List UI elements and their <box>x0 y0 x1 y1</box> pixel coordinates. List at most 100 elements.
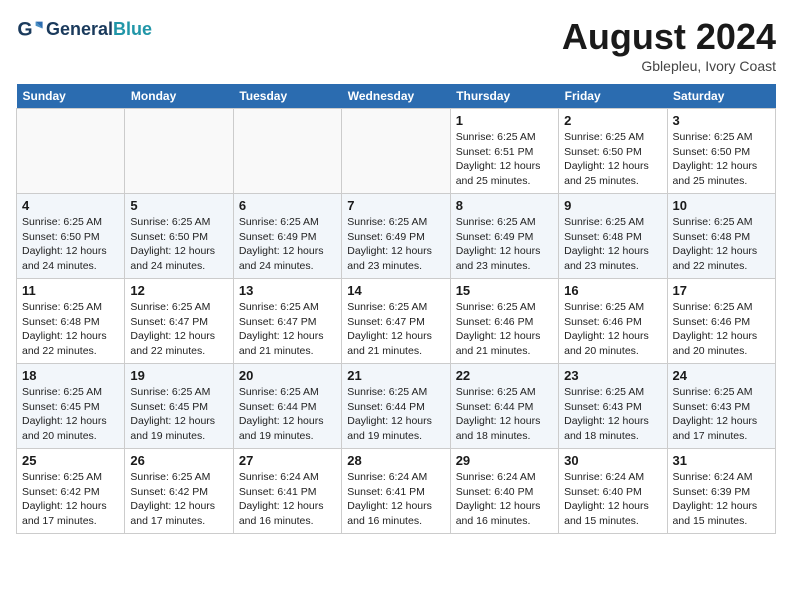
weekday-header-wednesday: Wednesday <box>342 84 450 109</box>
month-title: August 2024 <box>562 16 776 58</box>
day-info: Sunrise: 6:24 AMSunset: 6:40 PMDaylight:… <box>456 470 553 529</box>
week-row-1: 1 Sunrise: 6:25 AMSunset: 6:51 PMDaylight… <box>17 109 776 194</box>
day-cell: 26 Sunrise: 6:25 AMSunset: 6:42 PMDayligh… <box>125 449 233 534</box>
day-number: 25 <box>22 453 119 468</box>
day-cell <box>125 109 233 194</box>
day-cell: 11 Sunrise: 6:25 AMSunset: 6:48 PMDayligh… <box>17 279 125 364</box>
day-info: Sunrise: 6:25 AMSunset: 6:43 PMDaylight:… <box>564 385 661 444</box>
day-info: Sunrise: 6:25 AMSunset: 6:46 PMDaylight:… <box>673 300 770 359</box>
day-number: 30 <box>564 453 661 468</box>
day-number: 19 <box>130 368 227 383</box>
week-row-2: 4 Sunrise: 6:25 AMSunset: 6:50 PMDaylight… <box>17 194 776 279</box>
day-cell: 23 Sunrise: 6:25 AMSunset: 6:43 PMDayligh… <box>559 364 667 449</box>
day-cell: 20 Sunrise: 6:25 AMSunset: 6:44 PMDayligh… <box>233 364 341 449</box>
day-cell: 24 Sunrise: 6:25 AMSunset: 6:43 PMDayligh… <box>667 364 775 449</box>
day-info: Sunrise: 6:25 AMSunset: 6:43 PMDaylight:… <box>673 385 770 444</box>
location: Gblepleu, Ivory Coast <box>562 58 776 74</box>
day-cell: 7Sunrise: 6:25 AMSunset: 6:49 PMDaylight… <box>342 194 450 279</box>
day-cell: 10 Sunrise: 6:25 AMSunset: 6:48 PMDayligh… <box>667 194 775 279</box>
day-number: 9 <box>564 198 661 213</box>
day-info: Sunrise: 6:25 AMSunset: 6:49 PMDaylight:… <box>239 215 336 274</box>
day-info: Sunrise: 6:24 AMSunset: 6:39 PMDaylight:… <box>673 470 770 529</box>
weekday-header-friday: Friday <box>559 84 667 109</box>
week-row-3: 11 Sunrise: 6:25 AMSunset: 6:48 PMDayligh… <box>17 279 776 364</box>
day-info: Sunrise: 6:25 AMSunset: 6:45 PMDaylight:… <box>22 385 119 444</box>
day-number: 26 <box>130 453 227 468</box>
day-cell: 15 Sunrise: 6:25 AMSunset: 6:46 PMDayligh… <box>450 279 558 364</box>
day-info: Sunrise: 6:25 AMSunset: 6:47 PMDaylight:… <box>130 300 227 359</box>
day-info: Sunrise: 6:25 AMSunset: 6:47 PMDaylight:… <box>239 300 336 359</box>
day-info: Sunrise: 6:25 AMSunset: 6:42 PMDaylight:… <box>22 470 119 529</box>
day-cell: 28Sunrise: 6:24 AMSunset: 6:41 PMDayligh… <box>342 449 450 534</box>
day-cell: 5 Sunrise: 6:25 AMSunset: 6:50 PMDaylight… <box>125 194 233 279</box>
day-number: 17 <box>673 283 770 298</box>
day-cell: 8Sunrise: 6:25 AMSunset: 6:49 PMDaylight… <box>450 194 558 279</box>
day-number: 4 <box>22 198 119 213</box>
day-number: 16 <box>564 283 661 298</box>
day-cell: 9 Sunrise: 6:25 AMSunset: 6:48 PMDaylight… <box>559 194 667 279</box>
day-number: 15 <box>456 283 553 298</box>
svg-text:G: G <box>17 19 32 41</box>
day-number: 24 <box>673 368 770 383</box>
weekday-header-thursday: Thursday <box>450 84 558 109</box>
day-cell: 21 Sunrise: 6:25 AMSunset: 6:44 PMDayligh… <box>342 364 450 449</box>
calendar-body: 1 Sunrise: 6:25 AMSunset: 6:51 PMDaylight… <box>17 109 776 534</box>
day-info: Sunrise: 6:25 AMSunset: 6:48 PMDaylight:… <box>22 300 119 359</box>
day-number: 5 <box>130 198 227 213</box>
day-cell: 14Sunrise: 6:25 AMSunset: 6:47 PMDayligh… <box>342 279 450 364</box>
title-area: August 2024 Gblepleu, Ivory Coast <box>562 16 776 74</box>
day-number: 8 <box>456 198 553 213</box>
day-info: Sunrise: 6:25 AMSunset: 6:44 PMDaylight:… <box>347 385 444 444</box>
day-number: 2 <box>564 113 661 128</box>
day-cell <box>233 109 341 194</box>
day-number: 6 <box>239 198 336 213</box>
day-info: Sunrise: 6:25 AMSunset: 6:48 PMDaylight:… <box>673 215 770 274</box>
day-info: Sunrise: 6:25 AMSunset: 6:42 PMDaylight:… <box>130 470 227 529</box>
weekday-header-monday: Monday <box>125 84 233 109</box>
logo: G GeneralBlue <box>16 16 152 44</box>
day-info: Sunrise: 6:25 AMSunset: 6:50 PMDaylight:… <box>673 130 770 189</box>
calendar-table: SundayMondayTuesdayWednesdayThursdayFrid… <box>16 84 776 534</box>
day-info: Sunrise: 6:25 AMSunset: 6:50 PMDaylight:… <box>130 215 227 274</box>
day-number: 28 <box>347 453 444 468</box>
day-cell: 17 Sunrise: 6:25 AMSunset: 6:46 PMDayligh… <box>667 279 775 364</box>
day-cell: 29 Sunrise: 6:24 AMSunset: 6:40 PMDayligh… <box>450 449 558 534</box>
day-info: Sunrise: 6:25 AMSunset: 6:50 PMDaylight:… <box>564 130 661 189</box>
day-cell <box>342 109 450 194</box>
day-number: 20 <box>239 368 336 383</box>
day-info: Sunrise: 6:24 AMSunset: 6:40 PMDaylight:… <box>564 470 661 529</box>
day-number: 31 <box>673 453 770 468</box>
day-cell: 22Sunrise: 6:25 AMSunset: 6:44 PMDayligh… <box>450 364 558 449</box>
day-cell <box>17 109 125 194</box>
day-number: 3 <box>673 113 770 128</box>
day-info: Sunrise: 6:25 AMSunset: 6:51 PMDaylight:… <box>456 130 553 189</box>
day-cell: 31 Sunrise: 6:24 AMSunset: 6:39 PMDayligh… <box>667 449 775 534</box>
day-cell: 18 Sunrise: 6:25 AMSunset: 6:45 PMDayligh… <box>17 364 125 449</box>
day-cell: 16Sunrise: 6:25 AMSunset: 6:46 PMDayligh… <box>559 279 667 364</box>
day-number: 29 <box>456 453 553 468</box>
day-info: Sunrise: 6:24 AMSunset: 6:41 PMDaylight:… <box>239 470 336 529</box>
day-number: 18 <box>22 368 119 383</box>
day-info: Sunrise: 6:25 AMSunset: 6:46 PMDaylight:… <box>456 300 553 359</box>
day-info: Sunrise: 6:25 AMSunset: 6:44 PMDaylight:… <box>239 385 336 444</box>
page-header: G GeneralBlue August 2024 Gblepleu, Ivor… <box>16 16 776 74</box>
day-info: Sunrise: 6:25 AMSunset: 6:48 PMDaylight:… <box>564 215 661 274</box>
day-number: 22 <box>456 368 553 383</box>
day-number: 7 <box>347 198 444 213</box>
day-number: 1 <box>456 113 553 128</box>
day-number: 21 <box>347 368 444 383</box>
day-cell: 19Sunrise: 6:25 AMSunset: 6:45 PMDayligh… <box>125 364 233 449</box>
day-info: Sunrise: 6:25 AMSunset: 6:47 PMDaylight:… <box>347 300 444 359</box>
weekday-header-tuesday: Tuesday <box>233 84 341 109</box>
day-cell: 6 Sunrise: 6:25 AMSunset: 6:49 PMDaylight… <box>233 194 341 279</box>
day-number: 13 <box>239 283 336 298</box>
week-row-5: 25 Sunrise: 6:25 AMSunset: 6:42 PMDayligh… <box>17 449 776 534</box>
day-cell: 25 Sunrise: 6:25 AMSunset: 6:42 PMDayligh… <box>17 449 125 534</box>
day-number: 23 <box>564 368 661 383</box>
logo-text: GeneralBlue <box>46 20 152 40</box>
day-number: 10 <box>673 198 770 213</box>
day-cell: 12 Sunrise: 6:25 AMSunset: 6:47 PMDayligh… <box>125 279 233 364</box>
day-cell: 30 Sunrise: 6:24 AMSunset: 6:40 PMDayligh… <box>559 449 667 534</box>
day-number: 12 <box>130 283 227 298</box>
day-number: 11 <box>22 283 119 298</box>
